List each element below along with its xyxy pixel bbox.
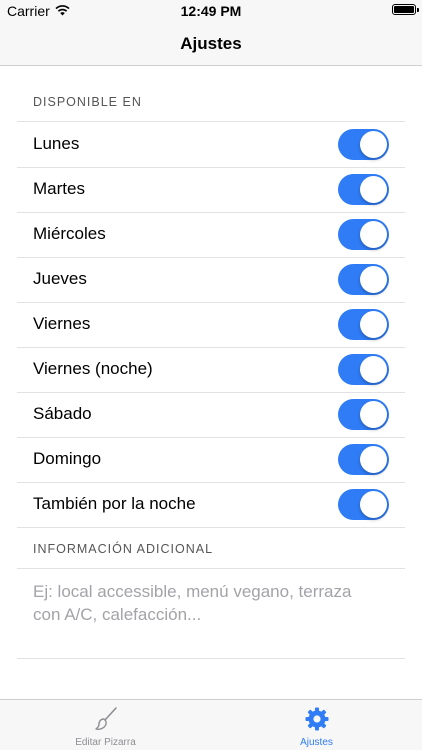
day-toggle-switch[interactable] [338, 219, 389, 250]
tab-bar: Editar Pizarra Ajustes [0, 699, 422, 750]
day-label: Viernes (noche) [33, 359, 153, 378]
row-divider [17, 568, 405, 569]
day-toggle-switch[interactable] [338, 129, 389, 160]
toggle-knob [360, 176, 387, 203]
toggle-knob [360, 401, 387, 428]
day-toggle-switch[interactable] [338, 489, 389, 520]
settings-content: DISPONIBLE EN Lunes Martes Miércoles Jueves… [0, 66, 422, 699]
tab-editar-pizarra[interactable]: Editar Pizarra [0, 700, 211, 750]
toggle-knob [360, 356, 387, 383]
day-label: Viernes [33, 314, 91, 333]
row-divider [17, 527, 405, 528]
day-row: Viernes (noche) [17, 347, 405, 392]
page-title: Ajustes [180, 34, 242, 53]
section-header-info: INFORMACIÓN ADICIONAL [33, 542, 214, 556]
day-row: Sábado [17, 392, 405, 437]
day-label: Lunes [33, 134, 80, 153]
tab-label-ajustes: Ajustes [300, 737, 333, 748]
day-row: Domingo [17, 437, 405, 482]
day-label: Sábado [33, 404, 92, 423]
day-label: Martes [33, 179, 85, 198]
day-row: Viernes [17, 302, 405, 347]
toggle-knob [360, 131, 387, 158]
status-time: 12:49 PM [180, 3, 242, 19]
additional-info-textarea[interactable]: Ej: local accessible, menú vegano, terra… [33, 580, 373, 626]
tab-label-editar-pizarra: Editar Pizarra [75, 737, 136, 748]
brush-icon [0, 706, 211, 732]
day-toggle-switch[interactable] [338, 264, 389, 295]
day-toggle-switch[interactable] [338, 174, 389, 205]
toggle-knob [360, 311, 387, 338]
day-label: Miércoles [33, 224, 106, 243]
toggle-knob [360, 446, 387, 473]
status-bar: Carrier 12:49 PM [0, 0, 422, 22]
toggle-knob [360, 491, 387, 518]
navigation-bar: Ajustes [0, 22, 422, 66]
tab-ajustes[interactable]: Ajustes [211, 700, 422, 750]
day-row: Jueves [17, 257, 405, 302]
day-toggle-switch[interactable] [338, 444, 389, 475]
battery-icon [392, 4, 419, 15]
day-label: Jueves [33, 269, 87, 288]
toggle-knob [360, 221, 387, 248]
row-divider [17, 658, 405, 659]
day-toggle-switch[interactable] [338, 354, 389, 385]
day-row: Lunes [17, 122, 405, 167]
day-label: También por la noche [33, 494, 196, 513]
gear-icon [211, 706, 422, 732]
day-label: Domingo [33, 449, 102, 468]
day-toggle-switch[interactable] [338, 399, 389, 430]
section-header-available: DISPONIBLE EN [33, 95, 142, 109]
day-row: Miércoles [17, 212, 405, 257]
day-row: Martes [17, 167, 405, 212]
day-row: También por la noche [17, 482, 405, 527]
toggle-knob [360, 266, 387, 293]
day-toggle-switch[interactable] [338, 309, 389, 340]
